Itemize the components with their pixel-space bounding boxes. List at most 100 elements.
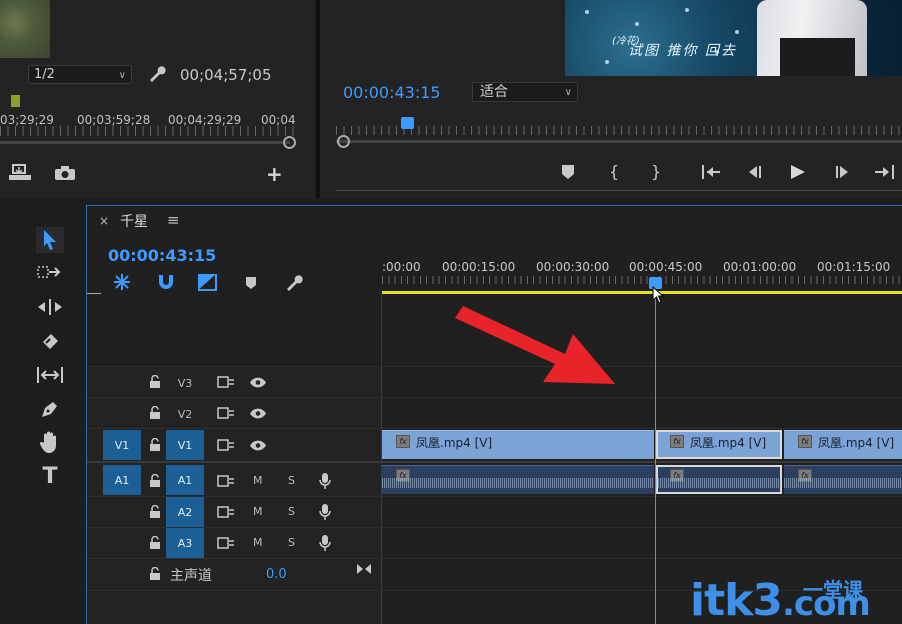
audio-clip-selected[interactable]: fx [656,465,782,494]
program-timecode[interactable]: 00:00:43:15 [343,83,441,102]
mute-button[interactable]: M [253,474,263,487]
timeline-playhead-line[interactable] [655,285,656,624]
eye-icon[interactable] [249,377,267,388]
program-playhead[interactable] [401,117,414,129]
lock-icon[interactable] [149,406,161,419]
close-tab-icon[interactable]: × [99,214,109,228]
sync-lock-icon[interactable] [217,537,235,549]
add-marker-icon[interactable] [561,164,575,180]
wrench-icon[interactable] [147,64,167,84]
audio-clip[interactable]: fx [382,465,654,494]
lock-icon[interactable] [149,474,161,487]
add-button-icon[interactable]: + [266,164,283,184]
source-ruler-label: 00;04 [261,113,296,127]
microphone-icon[interactable] [319,472,331,490]
go-to-in-icon[interactable] [701,164,721,180]
go-to-point-icon[interactable] [356,563,372,575]
audio-clip[interactable]: fx [784,465,902,494]
microphone-icon[interactable] [319,534,331,552]
sync-lock-icon[interactable] [217,475,235,487]
wrench-icon[interactable] [284,273,304,293]
panel-divider[interactable] [316,0,320,198]
clip-label: 凤凰.mp4 [V] [690,436,767,450]
microphone-icon[interactable] [319,503,331,521]
lock-icon[interactable] [149,505,161,518]
snap-magnet-icon[interactable] [157,274,175,290]
track-separator [87,558,902,559]
lock-icon[interactable] [149,438,161,451]
mute-button[interactable]: M [253,505,263,518]
source-patch-v1[interactable]: V1 [103,430,141,460]
source-timecode[interactable]: 00;04;57;05 [180,66,272,84]
track-name-v3[interactable]: V3 [166,377,204,390]
ripple-edit-tool-icon[interactable] [36,294,64,320]
video-clip[interactable]: fx 凤凰.mp4 [V] [784,430,902,459]
sync-lock-icon[interactable] [217,407,235,419]
program-zoom-handle[interactable] [337,135,350,148]
source-zoom-handle[interactable] [283,136,296,149]
track-separator [87,428,902,429]
source-patch-a1[interactable]: A1 [103,465,141,495]
timeline-timecode[interactable]: 00:00:43:15 [108,246,216,265]
track-name-v1[interactable]: V1 [166,430,204,460]
source-video-frame [0,0,50,58]
fx-badge: fx [396,435,410,448]
step-forward-icon[interactable] [834,165,852,179]
fx-badge: fx [670,435,684,448]
work-area-bar[interactable] [382,291,902,294]
sync-lock-icon[interactable] [217,506,235,518]
track-name-a2[interactable]: A2 [166,497,204,527]
timeline-ruler-label: 00:00:30:00 [536,260,610,274]
source-zoom-bar[interactable] [0,141,290,144]
clip-label: 凤凰.mp4 [V] [416,436,493,450]
source-zoom-select[interactable]: 1/2 ∨ [28,65,132,84]
source-ruler-label: 03;29;29 [0,113,54,127]
source-playhead[interactable] [11,95,20,107]
track-name-v2[interactable]: V2 [166,408,204,421]
mute-button[interactable]: M [253,536,263,549]
track-separator [87,527,902,528]
chevron-down-icon: ∨ [564,87,572,98]
eye-icon[interactable] [249,408,267,419]
solo-button[interactable]: S [288,505,295,518]
nest-sequence-icon[interactable] [112,273,132,291]
play-icon[interactable] [789,164,807,180]
video-clip-selected[interactable]: fx 凤凰.mp4 [V] [656,430,782,459]
hand-tool-icon[interactable] [36,429,64,455]
selection-tool-icon[interactable] [36,227,64,253]
razor-tool-icon[interactable] [36,328,64,354]
timeline-ruler-label: 00:00:15:00 [442,260,516,274]
panel-menu-icon[interactable]: ≡ [167,211,180,229]
lock-icon[interactable] [149,375,161,388]
lock-icon[interactable] [149,536,161,549]
red-arrow-annotation-icon [455,298,620,390]
track-name-a3[interactable]: A3 [166,528,204,558]
solo-button[interactable]: S [288,474,295,487]
type-tool-icon[interactable]: T [36,463,64,489]
track-name-a1[interactable]: A1 [166,465,204,495]
mark-out-icon[interactable]: } [651,162,661,181]
audio-waveform [382,478,654,488]
lock-icon[interactable] [149,567,161,580]
master-volume-value[interactable]: 0.0 [266,567,287,582]
slip-tool-icon[interactable] [36,362,64,388]
linked-selection-icon[interactable] [197,273,217,291]
program-fit-select[interactable]: 适合 ∨ [472,82,578,102]
step-back-icon[interactable] [745,165,763,179]
sequence-tab-title[interactable]: 千星 [120,211,148,231]
sync-lock-icon[interactable] [217,439,235,451]
program-zoom-bar[interactable] [336,140,902,143]
mark-in-icon[interactable]: { [609,162,619,181]
pen-tool-icon[interactable] [36,396,64,422]
video-clip[interactable]: fx 凤凰.mp4 [V] [382,430,654,459]
solo-button[interactable]: S [288,536,295,549]
eye-icon[interactable] [249,440,267,451]
export-frame-icon[interactable] [8,164,34,182]
go-to-out-icon[interactable] [874,164,896,180]
camera-icon[interactable] [54,165,76,181]
track-separator [87,397,902,398]
sync-lock-icon[interactable] [217,376,235,388]
header-divider [381,294,382,624]
track-select-tool-icon[interactable] [36,260,64,286]
add-marker-icon[interactable] [245,276,257,290]
